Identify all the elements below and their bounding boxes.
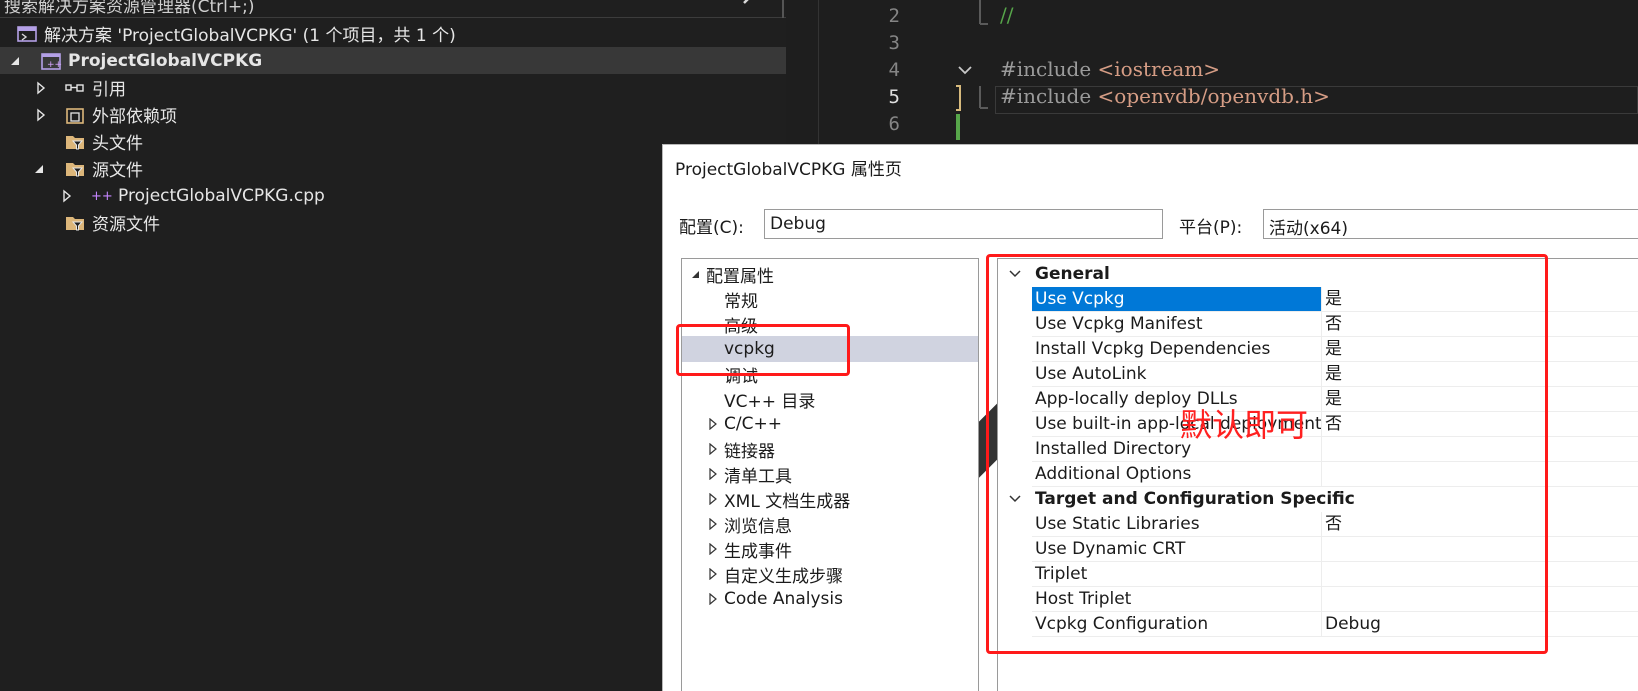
platform-dropdown[interactable]: 活动(x64) [1263,209,1638,239]
tree-item-linker[interactable]: 链接器 [682,436,978,462]
tree-item-manifest-tool[interactable]: 清单工具 [682,461,978,487]
config-value: Debug [770,214,826,234]
expand-right-icon[interactable] [34,81,48,95]
tree-label: VC++ 目录 [724,391,816,412]
tree-item-external-deps[interactable]: 外部依赖项 [0,101,786,128]
code-line-5[interactable]: #include <openvdb/openvdb.h> [1000,84,1330,108]
search-separator [782,0,784,18]
expand-right-icon[interactable] [708,493,718,505]
config-label: 配置(C): [679,218,744,238]
expand-right-icon[interactable] [60,189,74,203]
platform-label: 平台(P): [1179,218,1243,238]
expand-right-icon[interactable] [708,543,718,555]
tree-label: Code Analysis [724,589,843,609]
project-name: ProjectGlobalVCPKG [68,50,263,71]
references-label: 引用 [92,80,126,100]
tree-item-general[interactable]: 常规 [682,286,978,312]
filter-folder-icon [66,216,84,230]
solution-label: 解决方案 'ProjectGlobalVCPKG' (1 个项目，共 1 个) [44,26,456,46]
project-icon: ++ [41,52,62,70]
dialog-title: ProjectGlobalVCPKG 属性页 [675,160,902,180]
solution-explorer-search[interactable]: 搜索解决方案资源管理器(Ctrl+;) [0,0,786,18]
platform-value: 活动(x64) [1269,219,1348,239]
tree-item-solution[interactable]: 解决方案 'ProjectGlobalVCPKG' (1 个项目，共 1 个) [0,20,786,47]
tree-item-build-events[interactable]: 生成事件 [682,536,978,562]
expand-down-icon[interactable] [32,162,46,176]
tree-item-custom-build[interactable]: 自定义生成步骤 [682,561,978,587]
annotation-text: 默认即可 [1180,406,1309,444]
preprocessor-directive: #include [1000,84,1098,108]
tree-item-references[interactable]: 引用 [0,74,786,101]
filter-folder-icon [66,162,84,176]
config-dropdown[interactable]: Debug [764,209,1163,494]
line-number: 4 [888,59,900,81]
code-line-4[interactable]: #include <iostream> [1000,57,1220,81]
annotation-box-vcpkg [676,324,850,376]
code-comment: // [1000,3,1014,27]
expand-right-icon[interactable] [708,468,718,480]
tree-item-config-properties[interactable]: 配置属性 [682,261,978,287]
include-path: <openvdb/openvdb.h> [1097,84,1330,108]
code-line-2[interactable]: // [1000,3,1013,27]
solution-icon [17,25,37,42]
tree-label: 生成事件 [724,541,792,562]
tree-item-xml-doc[interactable]: XML 文档生成器 [682,486,978,512]
property-category-tree: 配置属性 常规 高级 vcpkg 调试 VC++ 目录 C/C++ 链接器 清单… [681,258,979,691]
tree-item-cpp[interactable]: C/C++ [682,411,978,437]
line-number-current: 5 [888,86,900,108]
expand-right-icon[interactable] [34,108,48,122]
tree-label: 常规 [724,291,758,312]
tree-label: C/C++ [724,414,782,434]
external-deps-icon [66,107,84,124]
svg-text:++: ++ [91,189,112,204]
expand-down-icon[interactable] [690,268,700,280]
tree-item-vc-directories[interactable]: VC++ 目录 [682,386,978,412]
preprocessor-directive: #include [1000,57,1098,81]
tree-label: 清单工具 [724,466,792,487]
tree-item-code-analysis[interactable]: Code Analysis [682,586,978,612]
tree-item-project[interactable]: ++ ProjectGlobalVCPKG [0,47,786,74]
tree-label: 自定义生成步骤 [724,566,843,587]
include-path: <iostream> [1097,57,1221,81]
svg-text:++: ++ [47,60,62,70]
screenshot-root: 搜索解决方案资源管理器(Ctrl+;) 解决方案 'ProjectGlobalV… [0,0,1638,691]
cpp-file-label: ProjectGlobalVCPKG.cpp [118,185,325,206]
expand-right-icon[interactable] [708,418,718,430]
external-deps-label: 外部依赖项 [92,107,177,127]
tree-label: 浏览信息 [724,516,792,537]
expand-right-icon[interactable] [708,518,718,530]
expand-down-icon[interactable] [8,54,22,68]
tree-label: XML 文档生成器 [724,491,851,512]
header-files-label: 头文件 [92,134,143,154]
line-number: 3 [888,32,900,54]
line-number: 6 [888,113,900,135]
expand-right-icon[interactable] [708,593,718,605]
search-icon[interactable] [742,0,764,6]
filter-folder-icon [66,135,84,149]
editor-margin-markers [956,0,988,140]
resource-files-label: 资源文件 [92,215,160,235]
tree-label: 链接器 [724,441,775,462]
line-number: 2 [888,5,900,27]
expand-right-icon[interactable] [708,568,718,580]
source-files-label: 源文件 [92,161,143,181]
tree-label: 配置属性 [706,266,774,287]
references-icon [65,83,84,92]
search-placeholder: 搜索解决方案资源管理器(Ctrl+;) [4,0,255,17]
tree-item-browse-info[interactable]: 浏览信息 [682,511,978,537]
cpp-file-icon: ++ [91,189,112,204]
annotation-box-properties [986,254,1548,654]
expand-right-icon[interactable] [708,443,718,455]
